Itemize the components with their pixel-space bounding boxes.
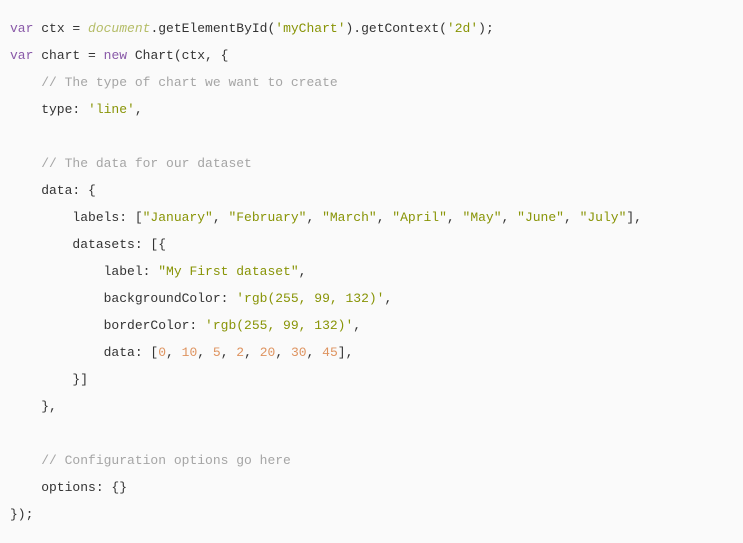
token-ident: chart — [41, 48, 80, 63]
token-num: 20 — [260, 345, 276, 360]
token-punc: , — [307, 345, 323, 360]
code-line: borderColor: 'rgb(255, 99, 132)', — [10, 318, 361, 333]
token-punc: , — [353, 318, 361, 333]
code-line: datasets: [{ — [10, 237, 166, 252]
token-punc: .getElementById( — [150, 21, 275, 36]
token-punc: type: — [10, 102, 88, 117]
token-num: 10 — [182, 345, 198, 360]
token-punc: ); — [478, 21, 494, 36]
token-punc: }); — [10, 507, 33, 522]
token-str: "January" — [143, 210, 213, 225]
token-kw: var — [10, 21, 33, 36]
token-punc: ], — [626, 210, 642, 225]
token-punc: ], — [338, 345, 354, 360]
token-str: "June" — [517, 210, 564, 225]
token-str: 'rgb(255, 99, 132)' — [205, 318, 353, 333]
token-punc: }, — [10, 399, 57, 414]
token-punc: ).getContext( — [346, 21, 447, 36]
token-str: "July" — [580, 210, 627, 225]
token-punc: , — [221, 345, 237, 360]
token-punc: , — [135, 102, 143, 117]
code-line: }, — [10, 399, 57, 414]
token-cmt: // Configuration options go here — [41, 453, 291, 468]
token-punc: , — [275, 345, 291, 360]
code-line: options: {} — [10, 480, 127, 495]
token-punc: }] — [10, 372, 88, 387]
code-line: labels: ["January", "February", "March",… — [10, 210, 642, 225]
token-str: '2d' — [447, 21, 478, 36]
token-str: 'rgb(255, 99, 132)' — [236, 291, 384, 306]
code-block: var ctx = document.getElementById('myCha… — [10, 15, 733, 528]
token-punc: Chart(ctx, { — [127, 48, 228, 63]
token-punc: , — [384, 291, 392, 306]
token-num: 45 — [322, 345, 338, 360]
token-num: 0 — [158, 345, 166, 360]
token-punc: , — [447, 210, 463, 225]
token-punc: data: [ — [10, 345, 158, 360]
token-punc — [10, 75, 41, 90]
token-punc: data: { — [10, 183, 96, 198]
code-line: // Configuration options go here — [10, 453, 291, 468]
token-punc: , — [166, 345, 182, 360]
token-punc — [10, 453, 41, 468]
token-str: "February" — [228, 210, 306, 225]
code-line: // The type of chart we want to create — [10, 75, 338, 90]
code-line: data: { — [10, 183, 96, 198]
token-kw: var — [10, 48, 33, 63]
code-line: }); — [10, 507, 33, 522]
token-punc: label: — [10, 264, 158, 279]
token-punc: , — [299, 264, 307, 279]
code-line: var chart = new Chart(ctx, { — [10, 48, 228, 63]
token-cmt: // The type of chart we want to create — [41, 75, 337, 90]
token-num: 2 — [236, 345, 244, 360]
token-punc: , — [564, 210, 580, 225]
code-line: type: 'line', — [10, 102, 143, 117]
token-str: 'myChart' — [275, 21, 345, 36]
token-punc: , — [197, 345, 213, 360]
token-cmt: // The data for our dataset — [41, 156, 252, 171]
token-punc: labels: [ — [10, 210, 143, 225]
token-num: 5 — [213, 345, 221, 360]
code-line: label: "My First dataset", — [10, 264, 306, 279]
token-num: 30 — [291, 345, 307, 360]
token-punc: , — [502, 210, 518, 225]
token-str: "My First dataset" — [158, 264, 298, 279]
token-str: "April" — [392, 210, 447, 225]
code-line: var ctx = document.getElementById('myCha… — [10, 21, 494, 36]
token-punc: , — [377, 210, 393, 225]
token-punc: , — [244, 345, 260, 360]
code-line: data: [0, 10, 5, 2, 20, 30, 45], — [10, 345, 353, 360]
token-ident: ctx — [41, 21, 64, 36]
token-punc: options: {} — [10, 480, 127, 495]
token-str: "May" — [463, 210, 502, 225]
code-line: }] — [10, 372, 88, 387]
token-glob: document — [88, 21, 150, 36]
token-punc: , — [213, 210, 229, 225]
token-punc: = — [80, 48, 103, 63]
code-line: // The data for our dataset — [10, 156, 252, 171]
token-punc: datasets: [{ — [10, 237, 166, 252]
token-punc: , — [306, 210, 322, 225]
token-kw: new — [104, 48, 127, 63]
token-punc: backgroundColor: — [10, 291, 236, 306]
token-punc: = — [65, 21, 88, 36]
code-line: backgroundColor: 'rgb(255, 99, 132)', — [10, 291, 392, 306]
token-punc: borderColor: — [10, 318, 205, 333]
token-str: "March" — [322, 210, 377, 225]
token-str: 'line' — [88, 102, 135, 117]
token-punc — [10, 156, 41, 171]
